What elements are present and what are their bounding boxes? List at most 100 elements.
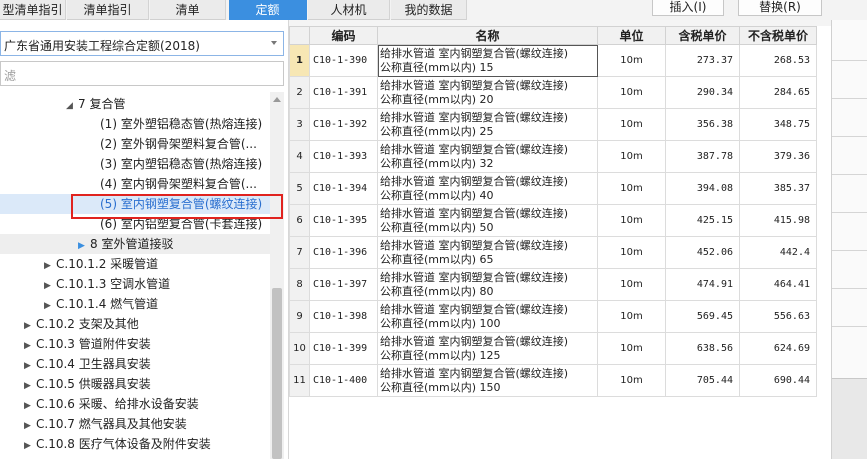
table-row[interactable]: 1 C10-1-390 给排水管道 室内钢塑复合管(螺纹连接) 公称直径(mm以内… <box>289 44 817 77</box>
row-code[interactable]: C10-1-398 <box>309 300 378 333</box>
row-name[interactable]: 给排水管道 室内钢塑复合管(螺纹连接) 公称直径(mm以内) 50 <box>377 204 598 237</box>
row-name[interactable]: 给排水管道 室内钢塑复合管(螺纹连接) 公称直径(mm以内) 80 <box>377 268 598 301</box>
row-price-notax[interactable]: 268.53 <box>739 44 817 77</box>
tree-node-item[interactable]: (2) 室外钢骨架塑料复合管(... <box>100 134 257 154</box>
table-row[interactable]: 10 C10-1-399 给排水管道 室内钢塑复合管(螺纹连接) 公称直径(mm以… <box>289 332 817 365</box>
tree-collapsed-icon[interactable]: ▶ <box>24 396 36 416</box>
quota-library-select[interactable]: 广东省通用安装工程综合定额(2018) <box>0 31 284 56</box>
tab-bill-guide[interactable]: 清单指引 <box>67 0 149 20</box>
tree-collapsed-icon[interactable]: ▶ <box>78 236 90 256</box>
tree-node-equipment[interactable]: ▶ C.10.6 采暖、给排水设备安装 <box>24 394 199 414</box>
row-code[interactable]: C10-1-396 <box>309 236 378 269</box>
row-price-notax[interactable]: 348.75 <box>739 108 817 141</box>
row-price-notax[interactable]: 556.63 <box>739 300 817 333</box>
table-row[interactable]: 4 C10-1-393 给排水管道 室内钢塑复合管(螺纹连接) 公称直径(mm以内… <box>289 140 817 173</box>
tree-node-medical-gas[interactable]: ▶ C.10.8 医疗气体设备及附件安装 <box>24 434 211 454</box>
tree-collapsed-icon[interactable]: ▶ <box>24 316 36 336</box>
tree-node-gas-pipe[interactable]: ▶ C.10.1.4 燃气管道 <box>44 294 158 314</box>
table-row[interactable]: 5 C10-1-394 给排水管道 室内钢塑复合管(螺纹连接) 公称直径(mm以内… <box>289 172 817 205</box>
tree-collapsed-icon[interactable]: ▶ <box>24 416 36 436</box>
tree-collapsed-icon[interactable]: ▶ <box>24 336 36 356</box>
tab-model-bill-guide[interactable]: 型清单指引 <box>0 0 66 20</box>
row-name[interactable]: 给排水管道 室内钢塑复合管(螺纹连接) 公称直径(mm以内) 150 <box>377 364 598 397</box>
row-price-notax[interactable]: 442.4 <box>739 236 817 269</box>
header-price-tax[interactable]: 含税单价 <box>665 26 740 45</box>
row-code[interactable]: C10-1-397 <box>309 268 378 301</box>
table-row[interactable]: 2 C10-1-391 给排水管道 室内钢塑复合管(螺纹连接) 公称直径(mm以内… <box>289 76 817 109</box>
header-price-notax[interactable]: 不含税单价 <box>739 26 817 45</box>
tree-collapsed-icon[interactable]: ▶ <box>44 276 56 296</box>
row-unit[interactable]: 10m <box>597 364 666 397</box>
row-code[interactable]: C10-1-400 <box>309 364 378 397</box>
row-name[interactable]: 给排水管道 室内钢塑复合管(螺纹连接) 公称直径(mm以内) 32 <box>377 140 598 173</box>
row-price-tax[interactable]: 452.06 <box>665 236 740 269</box>
tab-bill[interactable]: 清单 <box>150 0 226 20</box>
row-unit[interactable]: 10m <box>597 332 666 365</box>
header-unit[interactable]: 单位 <box>597 26 666 45</box>
row-code[interactable]: C10-1-391 <box>309 76 378 109</box>
row-name[interactable]: 给排水管道 室内钢塑复合管(螺纹连接) 公称直径(mm以内) 100 <box>377 300 598 333</box>
insert-button[interactable]: 插入(I) <box>652 0 724 16</box>
row-name[interactable]: 给排水管道 室内钢塑复合管(螺纹连接) 公称直径(mm以内) 65 <box>377 236 598 269</box>
row-unit[interactable]: 10m <box>597 204 666 237</box>
table-row[interactable]: 7 C10-1-396 给排水管道 室内钢塑复合管(螺纹连接) 公称直径(mm以内… <box>289 236 817 269</box>
replace-button[interactable]: 替换(R) <box>738 0 822 16</box>
tree-node-item[interactable]: (1) 室外塑铝稳态管(热熔连接) <box>100 114 262 134</box>
tree-node-heating-pipe[interactable]: ▶ C.10.1.2 采暖管道 <box>44 254 158 274</box>
tree-collapsed-icon[interactable]: ▶ <box>44 256 56 276</box>
row-price-notax[interactable]: 379.36 <box>739 140 817 173</box>
row-price-tax[interactable]: 356.38 <box>665 108 740 141</box>
row-price-tax[interactable]: 705.44 <box>665 364 740 397</box>
tab-labor-material-machine[interactable]: 人材机 <box>308 0 390 20</box>
tree-collapsed-icon[interactable]: ▶ <box>24 376 36 396</box>
table-row[interactable]: 9 C10-1-398 给排水管道 室内钢塑复合管(螺纹连接) 公称直径(mm以内… <box>289 300 817 333</box>
header-code[interactable]: 编码 <box>309 26 378 45</box>
row-unit[interactable]: 10m <box>597 140 666 173</box>
row-unit[interactable]: 10m <box>597 172 666 205</box>
row-price-tax[interactable]: 569.45 <box>665 300 740 333</box>
table-row[interactable]: 3 C10-1-392 给排水管道 室内钢塑复合管(螺纹连接) 公称直径(mm以内… <box>289 108 817 141</box>
tree-expanded-icon[interactable]: ◢ <box>66 96 78 116</box>
row-name[interactable]: 给排水管道 室内钢塑复合管(螺纹连接) 公称直径(mm以内) 40 <box>377 172 598 205</box>
row-code[interactable]: C10-1-390 <box>309 44 378 77</box>
row-unit[interactable]: 10m <box>597 236 666 269</box>
row-price-tax[interactable]: 394.08 <box>665 172 740 205</box>
table-row[interactable]: 8 C10-1-397 给排水管道 室内钢塑复合管(螺纹连接) 公称直径(mm以内… <box>289 268 817 301</box>
row-price-notax[interactable]: 415.98 <box>739 204 817 237</box>
row-price-notax[interactable]: 690.44 <box>739 364 817 397</box>
tree-node-item[interactable]: (4) 室内钢骨架塑料复合管(... <box>100 174 257 194</box>
tree-node-item[interactable]: (3) 室内塑铝稳态管(热熔连接) <box>100 154 262 174</box>
row-price-tax[interactable]: 290.34 <box>665 76 740 109</box>
tree-collapsed-icon[interactable]: ▶ <box>24 356 36 376</box>
row-price-tax[interactable]: 425.15 <box>665 204 740 237</box>
row-price-tax[interactable]: 387.78 <box>665 140 740 173</box>
scroll-up-icon[interactable] <box>273 97 281 102</box>
row-price-notax[interactable]: 624.69 <box>739 332 817 365</box>
tree-node-heater[interactable]: ▶ C.10.5 供暖器具安装 <box>24 374 151 394</box>
row-code[interactable]: C10-1-395 <box>309 204 378 237</box>
row-unit[interactable]: 10m <box>597 300 666 333</box>
row-price-tax[interactable]: 273.37 <box>665 44 740 77</box>
tree-collapsed-icon[interactable]: ▶ <box>44 296 56 316</box>
tree-scrollbar[interactable] <box>270 92 284 459</box>
row-unit[interactable]: 10m <box>597 76 666 109</box>
tree-node-sanitary[interactable]: ▶ C.10.4 卫生器具安装 <box>24 354 151 374</box>
row-code[interactable]: C10-1-393 <box>309 140 378 173</box>
row-name[interactable]: 给排水管道 室内钢塑复合管(螺纹连接) 公称直径(mm以内) 20 <box>377 76 598 109</box>
row-unit[interactable]: 10m <box>597 268 666 301</box>
table-row[interactable]: 6 C10-1-395 给排水管道 室内钢塑复合管(螺纹连接) 公称直径(mm以内… <box>289 204 817 237</box>
table-row[interactable]: 11 C10-1-400 给排水管道 室内钢塑复合管(螺纹连接) 公称直径(mm以… <box>289 364 817 397</box>
tab-quota[interactable]: 定额 <box>229 0 307 20</box>
tree-node-ac-water-pipe[interactable]: ▶ C.10.1.3 空调水管道 <box>44 274 170 294</box>
filter-input[interactable]: 滤 <box>0 61 284 86</box>
tree-node-support[interactable]: ▶ C.10.2 支架及其他 <box>24 314 139 334</box>
header-name[interactable]: 名称 <box>377 26 598 45</box>
row-price-notax[interactable]: 284.65 <box>739 76 817 109</box>
row-price-tax[interactable]: 474.91 <box>665 268 740 301</box>
chevron-down-icon[interactable] <box>271 41 277 45</box>
row-unit[interactable]: 10m <box>597 44 666 77</box>
tree-node-outdoor-connection[interactable]: ▶ 8 室外管道接驳 <box>78 234 173 254</box>
row-price-tax[interactable]: 638.56 <box>665 332 740 365</box>
tree-node-gas-appliance[interactable]: ▶ C.10.7 燃气器具及其他安装 <box>24 414 187 434</box>
row-name[interactable]: 给排水管道 室内钢塑复合管(螺纹连接) 公称直径(mm以内) 125 <box>377 332 598 365</box>
